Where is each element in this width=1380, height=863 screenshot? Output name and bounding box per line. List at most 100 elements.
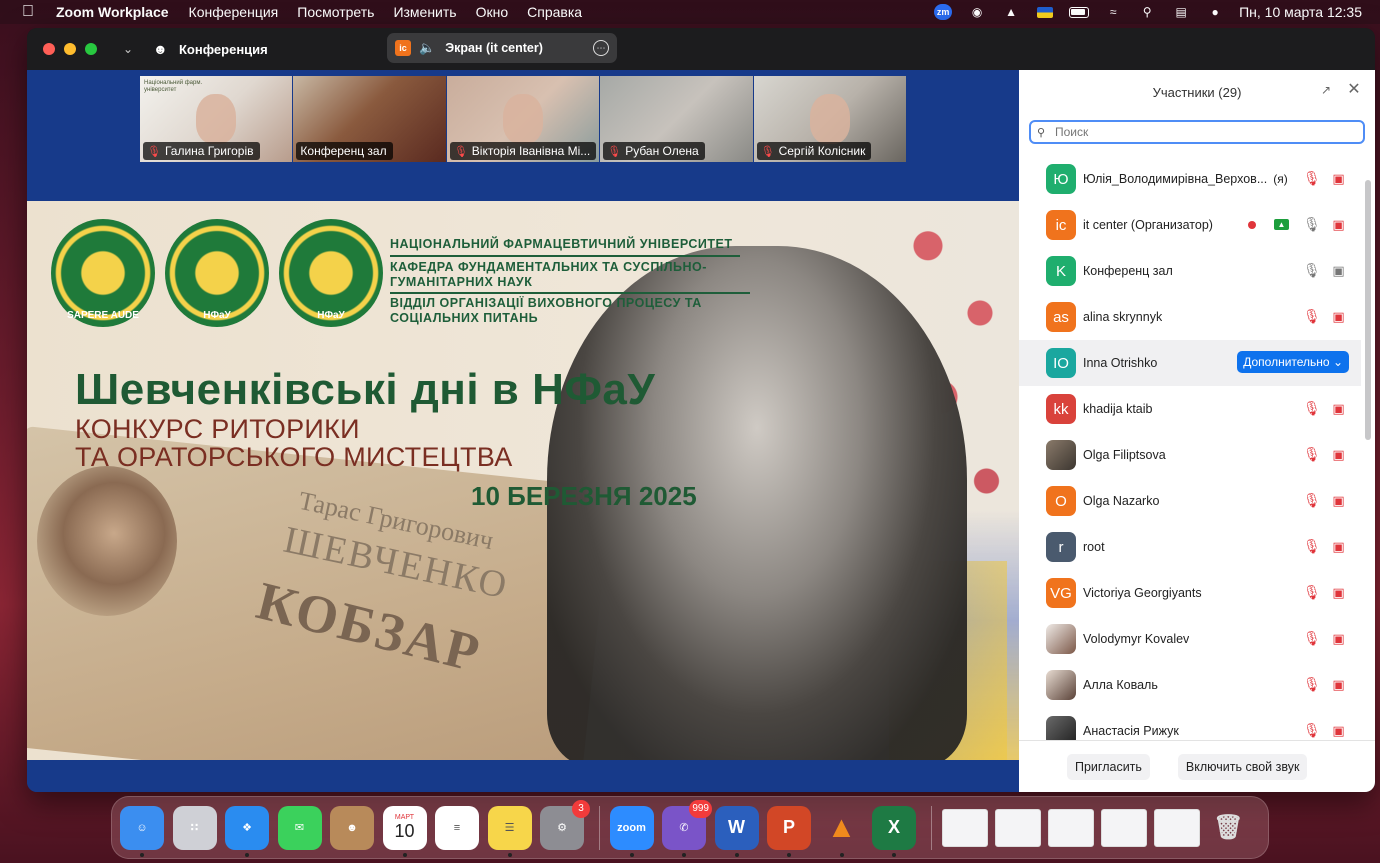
mic-off-icon[interactable]: 🎙	[1303, 676, 1321, 693]
video-thumbnail[interactable]: Національний фарм. університет 🎙 Галина Г…	[140, 76, 293, 162]
spotlight-search-icon[interactable]: ⚲	[1137, 4, 1157, 20]
mic-off-icon[interactable]: 🎙	[1303, 538, 1321, 555]
messages-icon[interactable]: ✉	[277, 805, 322, 850]
safari-icon[interactable]: ❖	[225, 805, 269, 857]
vlc-menu-icon[interactable]: ▲	[1001, 4, 1021, 20]
more-options-icon[interactable]: ⋯	[593, 40, 609, 56]
participant-row[interactable]: r root 🎙 ▣	[1019, 524, 1361, 570]
participant-row[interactable]: K Конференц зал 🎙 ▣	[1019, 248, 1361, 294]
pop-out-icon[interactable]: ↗	[1321, 83, 1335, 97]
department-name: КАФЕДРА ФУНДАМЕНТАЛЬНИХ ТА СУСПІЛЬНО-ГУМ…	[390, 260, 707, 289]
zoom-app-icon[interactable]: zoom	[609, 805, 654, 857]
participant-row[interactable]: kk khadija ktaib 🎙 ▣	[1019, 386, 1361, 432]
siri-icon[interactable]: ●	[1205, 4, 1225, 20]
participant-row[interactable]: ic it center (Организатор) ▲ 🎙 ▣	[1019, 202, 1361, 248]
apple-logo-icon[interactable]: 	[18, 2, 38, 22]
battery-icon[interactable]	[1069, 4, 1090, 20]
trash-icon[interactable]: 🗑	[1207, 806, 1251, 850]
speaker-icon[interactable]: 🔈	[419, 40, 435, 56]
video-thumbnail[interactable]: 🎙 Рубан Олена	[600, 76, 753, 162]
participant-search[interactable]: ⚲	[1029, 120, 1365, 144]
unmute-self-button[interactable]: Включить свой звук	[1177, 753, 1308, 780]
minimized-window-thumbnail[interactable]	[994, 808, 1041, 847]
mic-off-icon[interactable]: 🎙	[1303, 492, 1321, 509]
video-thumbnail[interactable]: 🎙 Вікторія Іванівна Мі...	[446, 76, 600, 162]
menu-window[interactable]: Окно	[476, 4, 509, 20]
camera-off-icon[interactable]: ▣	[1330, 217, 1347, 233]
camera-off-icon[interactable]: ▣	[1330, 677, 1347, 693]
calendar-icon[interactable]: МАРТ 10	[382, 805, 427, 857]
mic-off-icon[interactable]: 🎙	[1303, 400, 1321, 417]
video-thumbnail[interactable]: Конференц зал	[293, 76, 446, 162]
mic-off-icon[interactable]: 🎙	[1303, 584, 1321, 601]
wifi-icon[interactable]: ≈	[1103, 4, 1123, 20]
notes-icon[interactable]: ☰	[487, 805, 532, 857]
participant-row[interactable]: IO Inna Otrishko Дополнительно ⌄	[1019, 340, 1361, 386]
powerpoint-icon[interactable]: P	[767, 805, 811, 857]
menu-help[interactable]: Справка	[527, 4, 582, 20]
participant-row[interactable]: Алла Коваль 🎙 ▣	[1019, 662, 1361, 708]
university-name: НАЦІОНАЛЬНИЙ ФАРМАЦЕВТИЧНИЙ УНІВЕРСИТЕТ	[390, 237, 740, 257]
invite-button[interactable]: Пригласить	[1067, 753, 1150, 780]
mic-off-icon[interactable]: 🎙	[1303, 446, 1321, 463]
camera-off-icon[interactable]: ▣	[1330, 447, 1347, 463]
mic-off-icon[interactable]: 🎙	[1303, 722, 1321, 739]
minimize-window-button[interactable]	[64, 43, 76, 55]
camera-off-icon[interactable]: ▣	[1330, 723, 1347, 739]
vlc-icon[interactable]: ▲	[820, 806, 864, 857]
participant-name: Olga Nazarko	[1083, 494, 1160, 508]
camera-off-icon[interactable]: ▣	[1330, 539, 1347, 555]
control-center-icon[interactable]: ▤	[1171, 4, 1191, 20]
minimized-window-thumbnail[interactable]	[1153, 808, 1200, 847]
more-actions-button[interactable]: Дополнительно ⌄	[1237, 351, 1349, 373]
mic-off-icon[interactable]: 🎙	[1303, 630, 1321, 647]
system-settings-icon[interactable]: ⚙ 3	[540, 799, 590, 850]
camera-on-icon[interactable]: ▣	[1330, 263, 1347, 279]
menu-edit[interactable]: Изменить	[393, 4, 456, 20]
participant-row[interactable]: Ю Юлія_Володимирівна_Верхов... (я) 🎙 ▣	[1019, 156, 1361, 202]
camera-off-icon[interactable]: ▣	[1330, 401, 1347, 417]
mic-off-icon[interactable]: 🎙	[1303, 308, 1321, 325]
minimized-window-thumbnail[interactable]	[1100, 808, 1147, 847]
launchpad-icon[interactable]: ∷	[172, 805, 217, 850]
participant-row[interactable]: VG Victoriya Georgiyants 🎙 ▣	[1019, 570, 1361, 616]
fullscreen-window-button[interactable]	[85, 43, 97, 55]
close-window-button[interactable]	[43, 43, 55, 55]
mic-on-icon[interactable]: 🎙	[1303, 216, 1321, 233]
menu-conference[interactable]: Конференция	[189, 4, 279, 20]
slide-title: Шевченківські дні в НФаУ	[75, 365, 656, 414]
menu-app-name[interactable]: Zoom Workplace	[56, 4, 169, 20]
keyboard-layout-flag-icon[interactable]	[1035, 4, 1055, 20]
participant-row[interactable]: Анастасія Рижук 🎙 ▣	[1019, 708, 1361, 740]
camera-off-icon[interactable]: ▣	[1330, 309, 1347, 325]
participant-row[interactable]: as alina skrynnyk 🎙 ▣	[1019, 294, 1361, 340]
reminders-icon[interactable]: ≡	[435, 805, 479, 850]
menu-view[interactable]: Посмотреть	[297, 4, 374, 20]
zoom-status-icon[interactable]: zm	[933, 4, 953, 20]
participant-row[interactable]: O Olga Nazarko 🎙 ▣	[1019, 478, 1361, 524]
window-title: Конференция	[179, 41, 268, 57]
screen-share-indicator[interactable]: ic 🔈 Экран (it center) ⋯	[387, 33, 617, 63]
participants-scrollbar[interactable]	[1365, 180, 1371, 440]
finder-icon[interactable]: ☺	[120, 805, 164, 857]
camera-off-icon[interactable]: ▣	[1330, 171, 1347, 187]
chevron-down-icon[interactable]: ⌄	[123, 42, 137, 56]
minimized-window-thumbnail[interactable]	[1047, 808, 1094, 847]
word-icon[interactable]: W	[714, 805, 759, 857]
mic-off-icon[interactable]: 🎙	[1303, 170, 1321, 187]
participant-row[interactable]: Volodymyr Kovalev 🎙 ▣	[1019, 616, 1361, 662]
contacts-icon[interactable]: ☻	[330, 805, 374, 850]
search-input[interactable]	[1055, 125, 1345, 139]
excel-icon[interactable]: X	[872, 805, 916, 857]
chat-notification-icon[interactable]: ◉	[967, 4, 987, 20]
minimized-window-thumbnail[interactable]	[941, 808, 988, 847]
viber-icon[interactable]: ✆ 999	[662, 799, 712, 857]
camera-off-icon[interactable]: ▣	[1330, 631, 1347, 647]
close-panel-icon[interactable]: ✕	[1345, 80, 1363, 98]
participant-row[interactable]: Olga Filiptsova 🎙 ▣	[1019, 432, 1361, 478]
mic-on-icon[interactable]: 🎙	[1303, 262, 1321, 279]
camera-off-icon[interactable]: ▣	[1330, 493, 1347, 509]
camera-off-icon[interactable]: ▣	[1330, 585, 1347, 601]
video-thumbnail[interactable]: 🎙 Сергій Колісник	[753, 76, 907, 162]
menubar-clock[interactable]: Пн, 10 марта 12:35	[1239, 4, 1362, 20]
